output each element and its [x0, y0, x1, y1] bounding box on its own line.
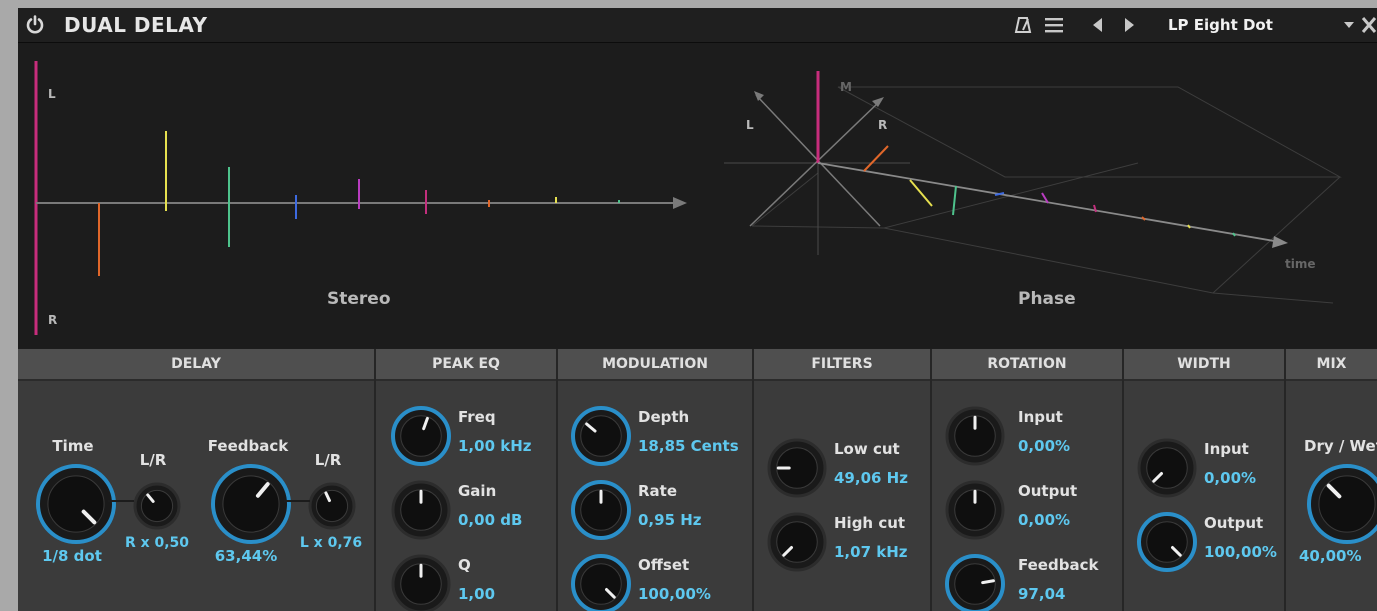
freq-knob[interactable] [390, 405, 452, 471]
low-cut-label: Low cut [834, 440, 900, 458]
stereo-left-label: L [48, 87, 56, 101]
rotation-input-value: 0,00% [1018, 437, 1071, 455]
rate-knob[interactable] [570, 479, 632, 545]
feedback-lr-value: L x 0,76 [299, 535, 363, 551]
rotation-feedback-label: Feedback [1018, 556, 1099, 574]
depth-value: 18,85 Cents [638, 437, 739, 455]
dual-delay-plugin: DUAL DELAY LP Eight Dot L R Stereo M L R… [18, 8, 1377, 611]
feedback-lr-label: L/R [314, 451, 342, 469]
feedback-lr-knob[interactable] [307, 481, 357, 535]
control-panel: DELAY Time L/R 1/8 dot R x 0,50 Feedback… [18, 349, 1377, 611]
section-header-modulation: MODULATION [558, 349, 752, 381]
feedback-link-line [284, 500, 310, 502]
title-bar: DUAL DELAY LP Eight Dot [18, 8, 1377, 43]
section-rotation: ROTATION Input 0,00% Output 0,00% Feedba… [932, 349, 1124, 611]
section-mix: MIX Dry / Wet 40,00% [1286, 349, 1377, 611]
prev-preset-icon[interactable] [1090, 16, 1104, 34]
delay-visualizer: L R Stereo M L R time Phase [18, 43, 1377, 348]
section-modulation: MODULATION Depth 18,85 Cents Rate 0,95 H… [558, 349, 754, 611]
gain-label: Gain [458, 482, 497, 500]
plugin-title: DUAL DELAY [64, 13, 208, 37]
rotation-output-knob[interactable] [944, 479, 1006, 545]
time-lr-label: L/R [139, 451, 167, 469]
width-output-knob[interactable] [1136, 511, 1198, 577]
section-header-peak-eq: PEAK EQ [376, 349, 556, 381]
rotation-output-value: 0,00% [1018, 511, 1071, 529]
dry-wet-knob[interactable] [1306, 463, 1377, 549]
freq-value: 1,00 kHz [458, 437, 532, 455]
stereo-right-label: R [48, 313, 58, 327]
power-icon[interactable] [24, 14, 46, 36]
feedback-knob[interactable] [210, 463, 292, 549]
freq-label: Freq [458, 408, 496, 426]
preset-name[interactable]: LP Eight Dot [1168, 16, 1273, 34]
phase-m-label: M [840, 80, 852, 94]
offset-label: Offset [638, 556, 690, 574]
visualizer-canvas [34, 61, 1342, 335]
rate-value: 0,95 Hz [638, 511, 702, 529]
time-label: Time [52, 437, 94, 455]
low-cut-value: 49,06 Hz [834, 469, 908, 487]
offset-knob[interactable] [570, 553, 632, 611]
section-header-rotation: ROTATION [932, 349, 1122, 381]
gain-knob[interactable] [390, 479, 452, 545]
time-lr-knob[interactable] [132, 481, 182, 535]
section-filters: FILTERS Low cut 49,06 Hz High cut 1,07 k… [754, 349, 932, 611]
q-label: Q [458, 556, 471, 574]
section-peak-eq: PEAK EQ Freq 1,00 kHz Gain 0,00 dB Q 1,0… [376, 349, 558, 611]
rotation-feedback-knob[interactable] [944, 553, 1006, 611]
metronome-icon[interactable] [1014, 16, 1032, 34]
depth-knob[interactable] [570, 405, 632, 471]
feedback-value: 63,44% [214, 547, 278, 565]
section-header-mix: MIX [1286, 349, 1377, 381]
phase-view [724, 71, 1342, 304]
rotation-output-label: Output [1018, 482, 1078, 500]
time-link-line [108, 500, 134, 502]
section-header-delay: DELAY [18, 349, 374, 381]
section-header-filters: FILTERS [754, 349, 930, 381]
time-knob[interactable] [35, 463, 117, 549]
phase-r-label: R [878, 118, 888, 132]
time-lr-value: R x 0,50 [124, 535, 190, 551]
high-cut-value: 1,07 kHz [834, 543, 908, 561]
next-preset-icon[interactable] [1122, 16, 1136, 34]
width-input-knob[interactable] [1136, 437, 1198, 503]
width-input-value: 0,00% [1204, 469, 1257, 487]
width-input-label: Input [1204, 440, 1249, 458]
section-delay: DELAY Time L/R 1/8 dot R x 0,50 Feedback… [18, 349, 376, 611]
menu-icon[interactable] [1044, 16, 1064, 34]
low-cut-knob[interactable] [766, 437, 828, 503]
high-cut-knob[interactable] [766, 511, 828, 577]
offset-value: 100,00% [638, 585, 711, 603]
q-value: 1,00 [458, 585, 496, 603]
dry-wet-label: Dry / Wet [1304, 437, 1377, 455]
q-knob[interactable] [390, 553, 452, 611]
section-header-width: WIDTH [1124, 349, 1284, 381]
phase-time-label: time [1285, 257, 1316, 271]
stereo-axis-arrow [673, 197, 687, 209]
dry-wet-value: 40,00% [1299, 547, 1362, 565]
high-cut-label: High cut [834, 514, 906, 532]
phase-label: Phase [1018, 289, 1076, 309]
phase-l-label: L [746, 118, 754, 132]
rate-label: Rate [638, 482, 678, 500]
feedback-label: Feedback [207, 437, 289, 455]
rotation-feedback-value: 97,04 [1018, 585, 1066, 603]
width-output-value: 100,00% [1204, 543, 1277, 561]
width-output-label: Output [1204, 514, 1264, 532]
close-icon[interactable] [1361, 16, 1377, 34]
gain-value: 0,00 dB [458, 511, 523, 529]
time-value: 1/8 dot [42, 547, 102, 565]
rotation-input-label: Input [1018, 408, 1063, 426]
section-width: WIDTH Input 0,00% Output 100,00% [1124, 349, 1286, 611]
dropdown-icon[interactable] [1343, 21, 1355, 29]
rotation-input-knob[interactable] [944, 405, 1006, 471]
depth-label: Depth [638, 408, 690, 426]
stereo-label: Stereo [327, 289, 391, 309]
